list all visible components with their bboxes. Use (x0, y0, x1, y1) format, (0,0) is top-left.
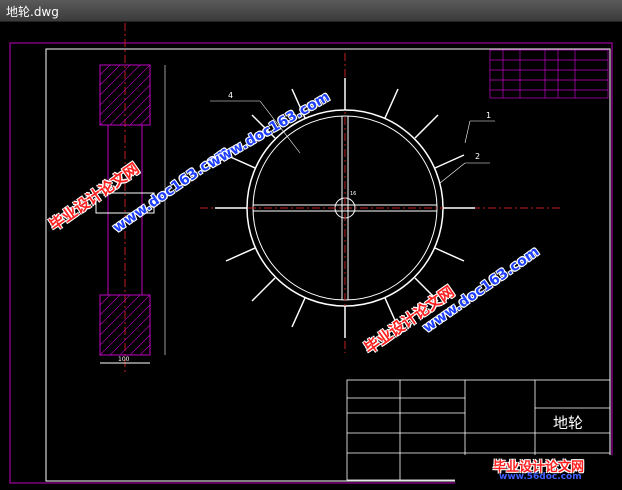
parts-list (489, 49, 609, 99)
cad-canvas[interactable]: 100 4 1 2 16 地轮 毕业设计论文网 www.doc163.com 毕… (0, 23, 622, 486)
footer-url: www.56doc.com (499, 472, 582, 482)
title-block-name: 地轮 (553, 414, 583, 432)
part-label-1: 1 (486, 111, 491, 120)
window-title: 地轮.dwg (6, 5, 59, 19)
dim-16: 16 (350, 191, 356, 197)
part-label-4: 4 (228, 91, 233, 100)
part-label-2: 2 (475, 152, 480, 161)
footer-watermark: 毕业设计论文网 www.56doc.com (455, 455, 620, 485)
window-titlebar: 地轮.dwg (0, 0, 622, 22)
dim-100: 100 (118, 356, 130, 363)
